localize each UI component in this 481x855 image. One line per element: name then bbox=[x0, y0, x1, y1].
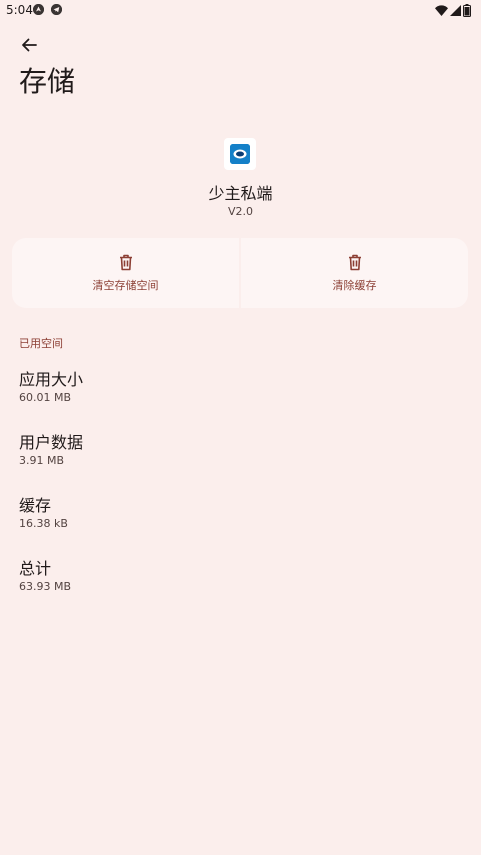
stat-value: 16.38 kB bbox=[19, 517, 68, 530]
clear-storage-label: 清空存储空间 bbox=[92, 278, 159, 292]
app-icon bbox=[224, 138, 256, 170]
app-version: V2.0 bbox=[227, 205, 254, 218]
section-header-used-space: 已用空间 bbox=[19, 337, 63, 350]
stat-value: 60.01 MB bbox=[19, 391, 72, 404]
stat-app-size: 应用大小 60.01 MB bbox=[19, 370, 83, 405]
stat-value: 3.91 MB bbox=[19, 454, 65, 467]
storage-actions: 清空存储空间 清除缓存 bbox=[12, 238, 468, 308]
stat-cache: 缓存 16.38 kB bbox=[19, 496, 68, 531]
app-name: 少主私端 bbox=[208, 184, 273, 203]
back-button[interactable] bbox=[16, 34, 42, 56]
stat-title: 缓存 bbox=[19, 496, 52, 515]
clear-storage-button[interactable]: 清空存储空间 bbox=[12, 238, 239, 308]
app-logo-icon bbox=[230, 144, 250, 164]
trash-icon bbox=[348, 254, 361, 270]
status-right-icons bbox=[435, 3, 471, 17]
stat-title: 应用大小 bbox=[19, 370, 84, 389]
stat-user-data: 用户数据 3.91 MB bbox=[19, 433, 83, 468]
battery-icon bbox=[463, 3, 471, 17]
arrow-left-icon bbox=[22, 38, 37, 52]
trash-icon bbox=[119, 254, 132, 270]
clear-cache-label: 清除缓存 bbox=[332, 278, 377, 292]
signal-icon bbox=[450, 4, 461, 16]
wifi-icon bbox=[435, 4, 448, 16]
status-time: 5:04 bbox=[6, 3, 33, 17]
stat-title: 总计 bbox=[19, 559, 52, 578]
page-title: 存储 bbox=[19, 65, 76, 98]
stat-title: 用户数据 bbox=[19, 433, 84, 452]
clear-cache-button[interactable]: 清除缓存 bbox=[241, 238, 468, 308]
status-bar: 5:04 bbox=[0, 0, 481, 20]
navigation-icon bbox=[33, 4, 44, 15]
stat-value: 63.93 MB bbox=[19, 580, 72, 593]
stat-total: 总计 63.93 MB bbox=[19, 559, 71, 594]
telegram-icon bbox=[51, 4, 62, 15]
